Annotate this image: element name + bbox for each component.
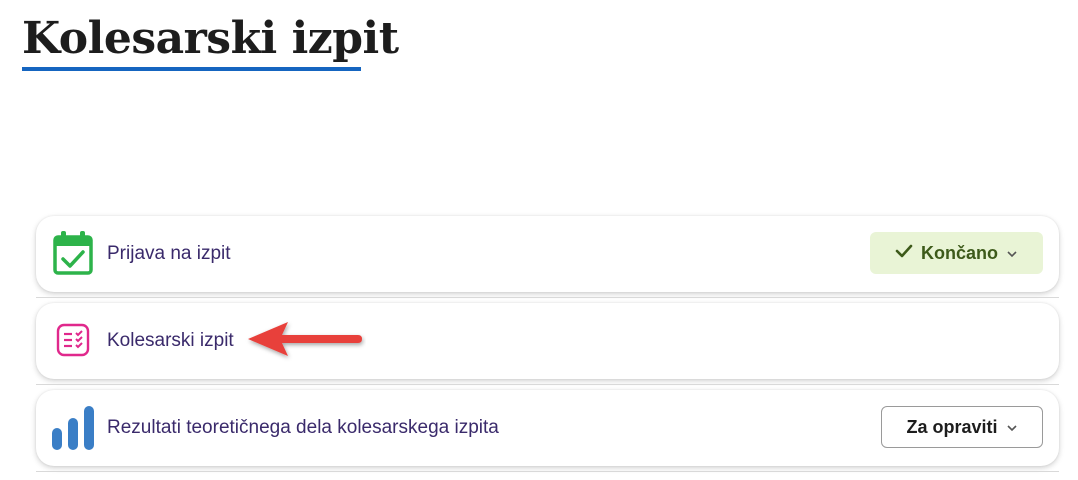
title-underline	[22, 67, 361, 71]
calendar-check-icon	[52, 230, 94, 278]
page-title: Kolesarski izpit	[22, 13, 399, 64]
status-todo-button[interactable]: Za opraviti	[881, 406, 1043, 448]
divider	[36, 297, 1059, 298]
checklist-icon	[56, 323, 90, 359]
divider	[36, 471, 1059, 472]
list-item-prijava[interactable]: Prijava na izpit Končano	[36, 216, 1059, 292]
checkmark-icon	[895, 243, 913, 264]
bar-chart-icon	[50, 404, 98, 452]
item-label: Kolesarski izpit	[107, 330, 234, 351]
annotation-arrow-icon	[244, 318, 366, 364]
list-item-kolesarski-izpit[interactable]: Kolesarski izpit	[36, 303, 1059, 379]
chevron-down-icon	[1006, 420, 1018, 435]
status-done-button[interactable]: Končano	[870, 232, 1043, 274]
item-label: Rezultati teoretičnega dela kolesarskega…	[107, 417, 499, 438]
divider	[36, 384, 1059, 385]
list-item-rezultati[interactable]: Rezultati teoretičnega dela kolesarskega…	[36, 390, 1059, 466]
status-label: Za opraviti	[906, 416, 998, 437]
status-label: Končano	[920, 242, 998, 263]
item-label: Prijava na izpit	[107, 243, 231, 264]
chevron-down-icon	[1006, 246, 1018, 261]
